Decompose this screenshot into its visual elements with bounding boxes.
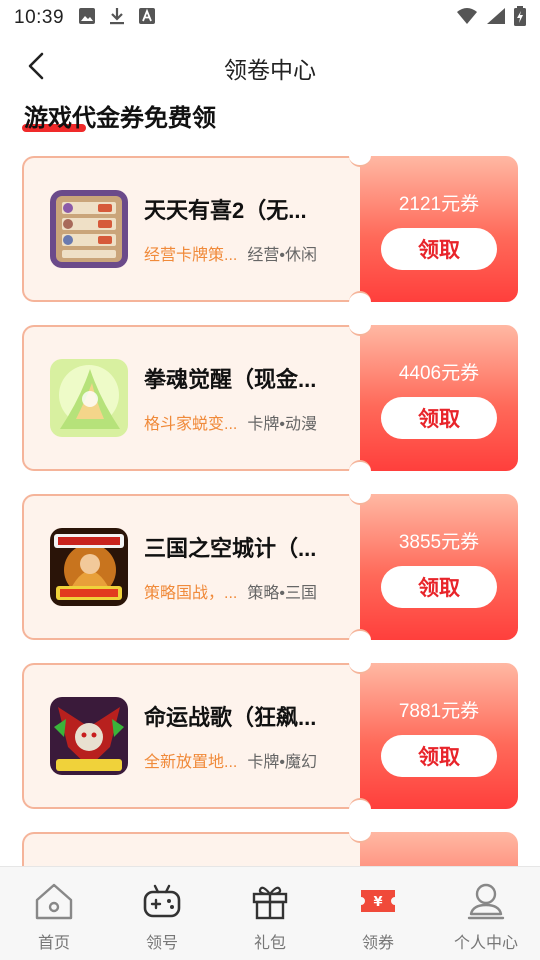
tab-profile[interactable]: 个人中心 [432,867,540,960]
section-title: 游戏代金券免费领 [24,105,216,132]
game-icon[interactable] [50,528,128,606]
tab-gift[interactable]: 礼包 [216,867,324,960]
gamepad-icon [140,879,184,923]
tab-label: 首页 [37,935,70,952]
home-icon [32,879,76,923]
coupon-card[interactable]: 命运战歌（狂飙... 全新放置地... 卡牌•魔幻 7881元券 领取 [22,652,518,820]
coupon-amount: 2121元券 [398,193,480,215]
claim-button[interactable]: 领取 [381,734,497,777]
tab-label: 领券 [361,935,394,952]
game-name: 三国之空城计（... [144,536,317,561]
tab-label: 领号 [145,935,178,952]
tab-label: 礼包 [253,935,286,952]
game-description: 经营卡牌策... [144,247,238,264]
coupon-card[interactable]: 天天有喜2（无... 经营卡牌策... 经营•休闲 2121元券 领取 [22,145,518,313]
game-description: 格斗家蜕变... [144,416,238,433]
coupon-card[interactable]: 拳魂觉醒（现金... 格斗家蜕变... 卡牌•动漫 4406元券 领取 [22,314,518,482]
game-tags: 策略•三国 [247,585,317,602]
coupon-card[interactable]: 三国之空城计（... 策略国战，... 策略•三国 3855元券 领取 [22,483,518,651]
game-icon[interactable] [50,697,128,775]
gift-icon [248,879,292,923]
game-icon[interactable] [50,190,128,268]
tab-label: 个人中心 [453,935,518,952]
coupon-list: 天天有喜2（无... 经营卡牌策... 经营•休闲 2121元券 领取 拳魂觉醒… [22,145,518,895]
claim-button[interactable]: 领取 [381,565,497,608]
coupon-amount: 3855元券 [398,531,480,553]
game-name: 命运战歌（狂飙... [144,705,317,730]
game-description: 全新放置地... [144,754,238,771]
coupon-icon: ¥ [356,879,400,923]
claim-button[interactable]: 领取 [381,227,497,270]
bottom-tab-bar: 首页 领号 礼包 ¥ 领券 个人中心 [0,866,540,960]
user-icon [464,879,508,923]
game-name: 拳魂觉醒（现金... [144,367,317,392]
game-icon[interactable] [50,359,128,437]
game-description: 策略国战，... [144,585,238,602]
svg-text:¥: ¥ [373,895,382,910]
tab-claim-account[interactable]: 领号 [108,867,216,960]
game-tags: 卡牌•魔幻 [247,754,317,771]
tab-home[interactable]: 首页 [0,867,108,960]
claim-button[interactable]: 领取 [381,396,497,439]
game-tags: 卡牌•动漫 [247,416,317,433]
game-tags: 经营•休闲 [247,247,317,264]
coupon-amount: 7881元券 [398,700,480,722]
coupon-amount: 4406元券 [398,362,480,384]
tab-coupon[interactable]: ¥ 领券 [324,867,432,960]
game-name: 天天有喜2（无... [144,198,307,223]
